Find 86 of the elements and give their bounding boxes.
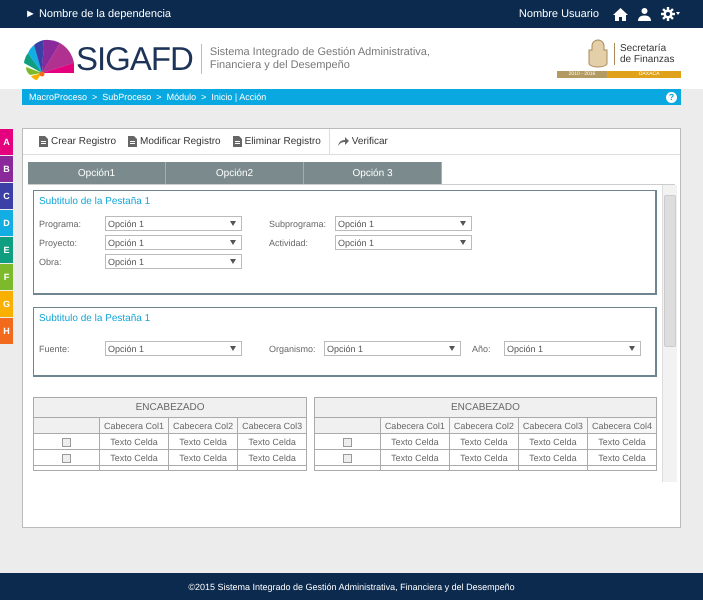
caret-icon: [629, 346, 635, 351]
dropdown-field[interactable]: Opción 1: [335, 216, 472, 231]
dropdown-field[interactable]: Opción 1: [504, 341, 641, 356]
field-label: Programa:: [39, 218, 82, 228]
document-icon: [128, 136, 138, 147]
dropdown-value: Opción 1: [108, 344, 144, 354]
dependency-name[interactable]: ► Nombre de la dependencia: [25, 8, 172, 20]
column-header: Cabecera Col2: [168, 418, 238, 434]
table-cell: Texto Celda: [380, 434, 450, 450]
footer-text: ©2015 Sistema Integrado de Gestión Administrativa, Financiera y del Desempeño: [188, 582, 515, 592]
dropdown-field[interactable]: Opción 1: [105, 235, 242, 250]
field-label: Proyecto:: [39, 238, 78, 248]
table-cell: Texto Celda: [587, 450, 656, 466]
field-label: Obra:: [39, 256, 63, 266]
toolbar-button[interactable]: Verificar: [334, 136, 392, 147]
arrow-icon: [338, 137, 349, 146]
document-icon: [232, 136, 242, 147]
table-cell: Texto Celda: [449, 450, 518, 466]
column-header: Cabecera Col2: [449, 418, 518, 434]
toolbar-button[interactable]: Crear Registro: [35, 136, 120, 147]
dropdown-field[interactable]: Opción 1: [105, 216, 242, 231]
table-cell: Texto Celda: [168, 450, 238, 466]
tab[interactable]: Opción1: [28, 162, 166, 184]
side-tab[interactable]: B: [0, 156, 13, 182]
table-cell: Texto Celda: [100, 450, 169, 466]
side-tab[interactable]: A: [0, 129, 13, 155]
emblem-icon: [587, 39, 609, 69]
dropdown-value: Opción 1: [108, 218, 144, 228]
caret-icon: [230, 346, 236, 351]
dropdown-value: Opción 1: [108, 238, 144, 248]
field-label: Organismo:: [269, 344, 317, 354]
table-cell: Texto Celda: [380, 450, 450, 466]
caret-icon: [449, 346, 455, 351]
field-label: Actividad:: [269, 238, 310, 248]
table-cell: Texto Celda: [518, 450, 588, 466]
user-name[interactable]: Nombre Usuario: [518, 8, 599, 20]
column-header: Cabecera Col3: [238, 418, 307, 434]
field-label: Año:: [472, 344, 492, 354]
user-icon[interactable]: [638, 8, 651, 20]
caret-icon: [460, 240, 466, 245]
dropdown-field[interactable]: Opción 1: [105, 341, 242, 356]
dropdown-field[interactable]: Opción 1: [335, 235, 472, 250]
table-cell: Texto Celda: [449, 434, 518, 450]
caret-icon: [230, 221, 236, 226]
field-label: Subprograma:: [269, 218, 328, 228]
logo-text: SIGAFD: [76, 44, 202, 74]
column-header: Cabecera Col3: [518, 418, 588, 434]
table-cell: Texto Celda: [238, 434, 307, 450]
table-title: ENCABEZADO: [34, 398, 307, 418]
table-cell: Texto Celda: [238, 450, 307, 466]
dropdown-field[interactable]: Opción 1: [324, 341, 461, 356]
home-icon[interactable]: [613, 8, 628, 20]
table-cell: Texto Celda: [168, 434, 238, 450]
tab[interactable]: Opción 3: [304, 162, 442, 184]
side-tab[interactable]: C: [0, 183, 13, 209]
column-header: Cabecera Col1: [100, 418, 169, 434]
table-cell: Texto Celda: [587, 434, 656, 450]
section-subtitle: Subtitulo de la Pestaña 1: [39, 196, 152, 207]
dropdown-value: Opción 1: [507, 344, 544, 354]
scrollbar[interactable]: [662, 185, 677, 482]
dropdown-value: Opción 1: [108, 256, 144, 266]
section-subtitle: Subtitulo de la Pestaña 1: [39, 313, 152, 324]
secretaria-name: Secretaría de Finanzas: [614, 43, 680, 65]
row-checkbox[interactable]: [62, 454, 71, 463]
toolbar-button[interactable]: Modificar Registro: [124, 136, 225, 147]
row-checkbox[interactable]: [342, 438, 352, 447]
dropdown-value: Opción 1: [338, 218, 374, 228]
row-checkbox[interactable]: [342, 454, 352, 463]
caret-icon: [230, 259, 236, 264]
column-header: Cabecera Col1: [380, 418, 450, 434]
toolbar-button[interactable]: Eliminar Registro: [228, 136, 325, 147]
dropdown-value: Opción 1: [327, 344, 364, 354]
caret-icon: [230, 240, 236, 245]
dropdown-field[interactable]: Opción 1: [105, 254, 242, 269]
table-cell: Texto Celda: [518, 434, 588, 450]
settings-icon[interactable]: [661, 7, 680, 21]
system-name: Sistema Integrado de Gestión Administrativa, Financiera y del Desempeño: [210, 46, 431, 72]
table-cell: Texto Celda: [100, 434, 169, 450]
row-checkbox[interactable]: [62, 438, 71, 447]
field-label: Fuente:: [39, 344, 71, 354]
column-header: Cabecera Col4: [587, 418, 656, 434]
table-title: ENCABEZADO: [314, 398, 656, 418]
dropdown-value: Opción 1: [338, 238, 374, 248]
document-icon: [39, 136, 48, 147]
tab[interactable]: Opción2: [166, 162, 304, 184]
caret-icon: [460, 221, 466, 226]
